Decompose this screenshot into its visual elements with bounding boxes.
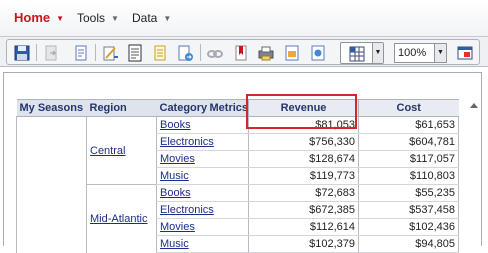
region-cell: Central	[86, 116, 157, 185]
toolbar-separator	[200, 44, 201, 61]
pivot-icon	[349, 46, 365, 62]
header-category[interactable]: Category	[156, 99, 207, 117]
menu-home[interactable]: Home ▼	[14, 10, 64, 25]
document-arrow-icon[interactable]	[175, 43, 195, 63]
page-icon[interactable]	[71, 43, 91, 63]
header-season[interactable]: My Seasons	[16, 99, 87, 117]
menu-tools[interactable]: Tools ▼	[77, 11, 119, 25]
category-cell: Music	[156, 235, 249, 253]
revenue-cell: $112,614	[248, 218, 359, 236]
header-metrics[interactable]: Metrics	[206, 99, 249, 117]
header-revenue[interactable]: Revenue	[248, 99, 359, 117]
category-link[interactable]: Electronics	[160, 204, 214, 216]
category-cell: Books	[156, 184, 249, 202]
category-cell: Movies	[156, 150, 249, 168]
cost-cell: $94,805	[358, 235, 459, 253]
header-cost[interactable]: Cost	[358, 99, 459, 117]
region-link-central[interactable]: Central	[90, 145, 125, 157]
category-link[interactable]: Books	[160, 187, 191, 199]
revenue-cell: $81,053	[248, 116, 359, 134]
design-icon[interactable]	[100, 43, 120, 63]
export-icon[interactable]	[41, 43, 61, 63]
chevron-down-icon[interactable]: ▼	[372, 43, 383, 63]
zoom-select[interactable]: 100% ▼	[394, 43, 447, 63]
toolbar-frame: ▼ 100% ▼	[6, 39, 480, 65]
cost-cell: $61,653	[358, 116, 459, 134]
window-icon[interactable]	[455, 43, 475, 63]
category-link[interactable]: Books	[160, 119, 191, 131]
revenue-cell: $72,683	[248, 184, 359, 202]
chevron-down-icon: ▼	[56, 14, 65, 23]
category-link[interactable]: Movies	[160, 153, 195, 165]
image-export-icon[interactable]	[282, 43, 302, 63]
vertical-scrollbar[interactable]	[469, 103, 479, 243]
cost-cell: $110,803	[358, 167, 459, 185]
category-cell: Electronics	[156, 201, 249, 219]
report-panel: My Seasons Region Category Metrics Reven…	[3, 72, 482, 253]
header-row: My Seasons Region Category Metrics Reven…	[16, 99, 459, 117]
revenue-cell: $672,385	[248, 201, 359, 219]
revenue-cell: $102,379	[248, 235, 359, 253]
category-link[interactable]: Music	[160, 238, 189, 250]
chevron-down-icon: ▼	[111, 14, 119, 23]
link-icon[interactable]	[205, 43, 225, 63]
toolbar: ▼ 100% ▼	[0, 37, 488, 67]
bookmark-icon[interactable]	[231, 43, 251, 63]
document-icon[interactable]	[125, 43, 145, 63]
revenue-cell: $119,773	[248, 167, 359, 185]
pivot-dropdown[interactable]: ▼	[340, 42, 384, 64]
cost-cell: $102,436	[358, 218, 459, 236]
menu-tools-label: Tools	[77, 11, 106, 25]
pdf-export-icon[interactable]	[308, 43, 328, 63]
note-icon[interactable]	[150, 43, 170, 63]
save-icon[interactable]	[12, 43, 32, 63]
revenue-cell: $756,330	[248, 133, 359, 151]
zoom-value: 100%	[398, 47, 427, 59]
revenue-cell: $128,674	[248, 150, 359, 168]
menu-data-label: Data	[132, 11, 158, 25]
header-region[interactable]: Region	[86, 99, 157, 117]
chevron-down-icon[interactable]: ▼	[434, 44, 446, 62]
category-cell: Music	[156, 167, 249, 185]
cost-cell: $537,458	[358, 201, 459, 219]
cost-cell: $604,781	[358, 133, 459, 151]
category-link[interactable]: Electronics	[160, 136, 214, 148]
region-link-mid-atlantic[interactable]: Mid-Atlantic	[90, 213, 147, 225]
menu-data[interactable]: Data ▼	[132, 11, 171, 25]
category-cell: Books	[156, 116, 249, 134]
category-link[interactable]: Music	[160, 170, 189, 182]
category-cell: Electronics	[156, 133, 249, 151]
season-cell	[16, 116, 87, 253]
category-link[interactable]: Movies	[160, 221, 195, 233]
menu-home-label: Home	[14, 10, 51, 25]
menu-bar: Home ▼ Tools ▼ Data ▼	[0, 0, 488, 37]
print-icon[interactable]	[256, 43, 276, 63]
toolbar-separator	[95, 44, 96, 61]
category-cell: Movies	[156, 218, 249, 236]
scroll-up-icon[interactable]	[470, 103, 478, 108]
region-cell: Mid-Atlantic	[86, 184, 157, 253]
toolbar-separator	[36, 44, 37, 61]
grid-report: My Seasons Region Category Metrics Reven…	[16, 99, 459, 253]
table-row: Central Books $81,053 $61,653	[16, 116, 459, 253]
cost-cell: $55,235	[358, 184, 459, 202]
chevron-down-icon: ▼	[163, 14, 172, 23]
report-table: My Seasons Region Category Metrics Reven…	[16, 99, 459, 253]
cost-cell: $117,057	[358, 150, 459, 168]
